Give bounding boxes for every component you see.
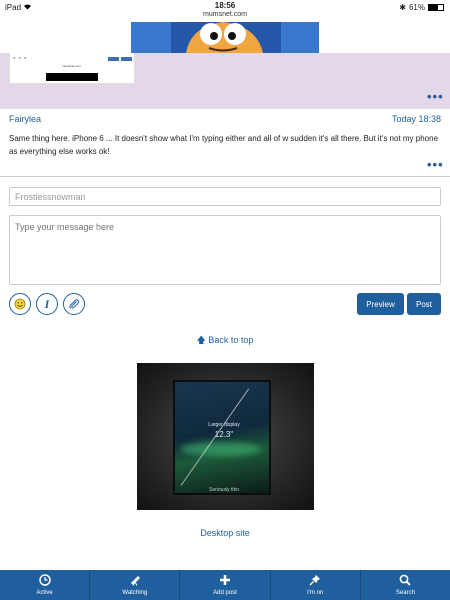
status-right: ✱ 61%: [399, 3, 444, 12]
aurora-glow: [181, 442, 261, 456]
thumb-button-1: [108, 57, 119, 61]
divider: [0, 176, 450, 177]
tab-label: I'm on: [307, 590, 324, 596]
preview-button[interactable]: Preview: [357, 293, 404, 315]
tab-search[interactable]: Search: [361, 570, 450, 600]
tablet-advert[interactable]: Larger display 12.3" Seriously thin: [137, 363, 314, 510]
tab-im-on[interactable]: I'm on: [271, 570, 361, 600]
italic-icon: I: [44, 296, 50, 311]
banner-advert[interactable]: [131, 22, 319, 53]
username-field[interactable]: [9, 187, 441, 206]
post-more-icon[interactable]: •••: [427, 157, 444, 172]
emoji-button[interactable]: [9, 293, 31, 315]
cartoon-banner-image: [131, 22, 319, 53]
status-bar: iPad 18:56 mumsnet.com ✱ 61%: [0, 0, 450, 22]
smiley-icon: [14, 298, 26, 310]
tablet-screen-image: Larger display 12.3" Seriously thin: [173, 380, 271, 495]
search-icon: [399, 574, 412, 588]
battery-icon: [428, 4, 444, 11]
plus-icon: [219, 574, 231, 588]
tab-add-post[interactable]: Add post: [180, 570, 271, 600]
ad-caption-3: Seriously thin: [208, 487, 239, 493]
clock-icon: [38, 574, 51, 588]
tab-label: Watching: [122, 590, 148, 596]
tab-label: Active: [36, 590, 53, 596]
back-to-top-link[interactable]: 🡅 Back to top: [0, 333, 450, 349]
battery-percent: 61%: [408, 3, 425, 12]
ad-caption-1: Larger display: [208, 422, 240, 428]
thumb-controls: ● ● ●: [13, 55, 28, 60]
attach-button[interactable]: [63, 293, 85, 315]
thumb-black-bar: [46, 73, 98, 81]
post-date: Today 18:38: [391, 114, 441, 124]
post-button[interactable]: Post: [407, 293, 441, 315]
tab-watching[interactable]: Watching: [90, 570, 181, 600]
previous-post-more-icon[interactable]: •••: [427, 89, 444, 104]
telescope-icon: [129, 574, 141, 588]
tab-label: Add post: [213, 590, 237, 596]
address-bar-url[interactable]: mumsnet.com: [0, 11, 450, 18]
pin-icon: [309, 574, 321, 588]
message-input[interactable]: [9, 215, 441, 285]
back-to-top-label: Back to top: [208, 335, 254, 345]
paperclip-icon: [69, 299, 80, 309]
thumb-text: mumsnet.com: [62, 64, 81, 68]
tab-label: Search: [395, 590, 415, 596]
post-body: Same thing here. iPhone 6 ... It doesn't…: [9, 134, 439, 156]
arrow-up-icon: 🡅: [196, 335, 206, 345]
bottom-tab-bar: Active Watching Add post I'm on Search: [0, 570, 450, 600]
ad-caption-2: 12.3": [214, 430, 234, 439]
post-author[interactable]: Fairylea: [9, 114, 41, 124]
thumb-button-2: [121, 57, 132, 61]
previous-post-image[interactable]: ● ● ● mumsnet.com: [9, 53, 135, 84]
bluetooth-icon: ✱: [399, 3, 406, 12]
clock-time: 18:56: [214, 1, 236, 10]
italic-button[interactable]: I: [36, 293, 58, 315]
tab-active[interactable]: Active: [0, 570, 91, 600]
desktop-site-link[interactable]: Desktop site: [0, 528, 450, 538]
